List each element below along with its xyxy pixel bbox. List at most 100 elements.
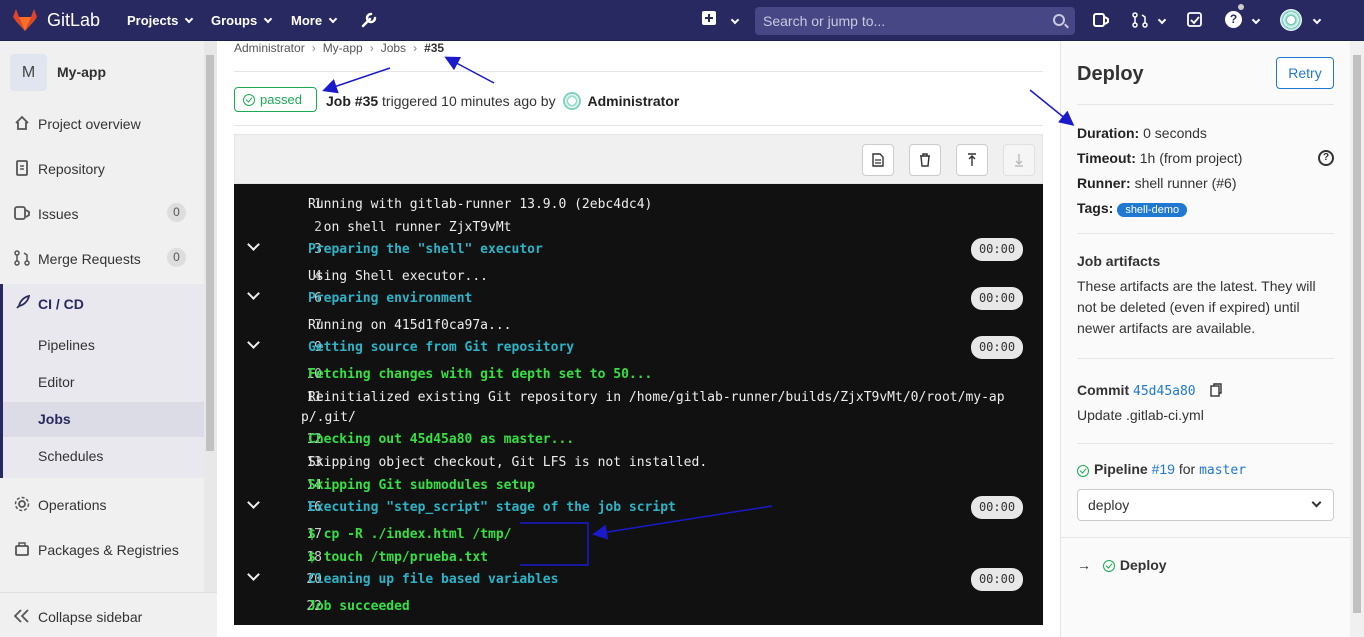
job-header: Job #35 triggered 10 minutes ago by Admi… xyxy=(326,92,679,110)
project-avatar[interactable]: M xyxy=(10,54,47,91)
chevron-down-icon xyxy=(263,14,273,24)
timeout-row: Timeout: 1h (from project) xyxy=(1077,150,1243,166)
log-section-header[interactable]: 3 Preparing the "shell" executor 00:00 xyxy=(234,238,1043,264)
page-scrollbar-thumb[interactable] xyxy=(1353,55,1361,613)
chevron-down-icon[interactable] xyxy=(730,15,740,25)
log-line-text: Reinitialized existing Git repository in… xyxy=(308,390,1005,405)
sidebar-item-issues[interactable]: Issues 0 xyxy=(0,196,204,232)
log-line-text: Cleaning up file based variables xyxy=(308,572,559,587)
page-scrollbar[interactable] xyxy=(1350,41,1364,637)
duration-row: Duration: 0 seconds xyxy=(1077,125,1207,141)
log-toolbar xyxy=(234,134,1043,184)
job-triggered-text: triggered 10 minutes ago by xyxy=(382,93,556,109)
log-line: 18 $ touch /tmp/prueba.txt xyxy=(234,550,1043,572)
merge-requests-count-badge: 0 xyxy=(167,248,186,267)
plus-square-icon[interactable] xyxy=(702,11,716,30)
pipeline-link[interactable]: #19 xyxy=(1152,461,1175,477)
brand-name[interactable]: GitLab xyxy=(47,10,100,31)
log-line-text: Preparing the "shell" executor xyxy=(308,242,543,257)
breadcrumb-administrator[interactable]: Administrator xyxy=(234,41,305,55)
pipeline-row: Pipeline #19 for master xyxy=(1077,459,1337,481)
sidebar-item-packages-registries[interactable]: Packages & Registries xyxy=(0,532,204,568)
branch-link[interactable]: master xyxy=(1199,463,1246,478)
sidebar-item-operations[interactable]: Operations xyxy=(0,487,204,523)
cloud-gear-icon xyxy=(14,496,30,512)
sidebar-sub-jobs[interactable]: Jobs xyxy=(38,411,71,427)
breadcrumb-my-app[interactable]: My-app xyxy=(323,41,363,55)
nav-projects[interactable]: Projects xyxy=(127,13,194,28)
log-line: 12 Checking out 45d45a80 as master... xyxy=(234,432,1043,454)
erase-log-button[interactable] xyxy=(909,144,941,176)
file-icon xyxy=(872,153,884,167)
raw-log-button[interactable] xyxy=(862,144,894,176)
artifacts-text: These artifacts are the latest. They wil… xyxy=(1077,278,1316,336)
status-success-icon xyxy=(243,94,255,106)
job-title: Job #35 xyxy=(326,93,379,109)
sidebar-scrollbar-thumb[interactable] xyxy=(206,55,214,451)
nav-groups[interactable]: Groups xyxy=(211,13,273,28)
help-icon[interactable]: ? xyxy=(1225,11,1242,28)
project-sidebar: M My-app Project overview Repository Iss… xyxy=(0,41,217,637)
log-line: 2 on shell runner ZjxT9vMt xyxy=(234,220,1043,242)
job-status-badge[interactable]: passed xyxy=(234,87,317,112)
log-line-text: Running on 415d1f0ca97a... xyxy=(308,318,512,333)
arrow-right-icon: → xyxy=(1077,557,1091,573)
sidebar-item-cicd[interactable]: CI / CD xyxy=(3,286,204,322)
log-line-text: Getting source from Git repository xyxy=(308,340,575,355)
stage-select[interactable]: deploy xyxy=(1077,489,1334,521)
log-line: 14 Skipping Git submodules setup xyxy=(234,478,1043,500)
main-content: Administrator › My-app › Jobs › #35 passed Job… xyxy=(217,41,1060,637)
chevron-down-icon[interactable] xyxy=(1251,15,1261,25)
job-log: 1 Running with gitlab-runner 13.9.0 (2ebc… xyxy=(234,184,1043,625)
copy-icon[interactable] xyxy=(1209,383,1222,397)
runner-row: Runner: shell runner (#6) xyxy=(1077,175,1237,191)
sidebar-item-project-overview[interactable]: Project overview xyxy=(0,106,204,142)
chevron-down-icon[interactable] xyxy=(1312,15,1322,25)
sidebar-item-repository[interactable]: Repository xyxy=(0,151,204,187)
artifacts-title: Job artifacts xyxy=(1077,253,1161,269)
job-name-title: Deploy xyxy=(1077,63,1144,85)
breadcrumb: Administrator › My-app › Jobs › #35 xyxy=(234,41,445,55)
log-line: 13 Skipping object checkout, Git LFS is n… xyxy=(234,455,1043,477)
log-line-text: on shell runner ZjxT9vMt xyxy=(308,220,512,235)
log-line: 22 Job succeeded xyxy=(234,599,1043,621)
chevron-down-icon[interactable] xyxy=(1157,15,1167,25)
job-user-link[interactable]: Administrator xyxy=(587,93,679,109)
breadcrumb-jobs[interactable]: Jobs xyxy=(381,41,406,55)
log-section-header[interactable]: 6 Preparing environment 00:00 xyxy=(234,287,1043,313)
log-section-header[interactable]: 16 Executing "step_script" stage of the j… xyxy=(234,496,1043,522)
trash-icon xyxy=(920,153,930,167)
search-input[interactable]: Search or jump to... xyxy=(755,7,1075,35)
log-line: 10 Fetching changes with git depth set to… xyxy=(234,367,1043,389)
log-section-header[interactable]: 20 Cleaning up file based variables 00:00 xyxy=(234,568,1043,594)
log-section-header[interactable]: 9 Getting source from Git repository 00:00 xyxy=(234,336,1043,362)
scroll-to-bottom-button[interactable] xyxy=(1003,144,1035,176)
collapse-sidebar-button[interactable]: Collapse sidebar xyxy=(0,592,217,637)
sidebar-sub-editor[interactable]: Editor xyxy=(38,374,75,390)
log-line: 7 Running on 415d1f0ca97a... xyxy=(234,318,1043,340)
log-line-text: Checking out 45d45a80 as master... xyxy=(308,432,575,447)
job-list-item[interactable]: → Deploy xyxy=(1077,557,1167,573)
project-name[interactable]: My-app xyxy=(57,64,106,80)
scroll-to-top-button[interactable] xyxy=(956,144,988,176)
user-avatar[interactable] xyxy=(563,92,582,110)
log-line-text: Fetching changes with git depth set to 5… xyxy=(308,367,653,382)
user-avatar[interactable] xyxy=(1280,9,1302,31)
top-navbar: GitLab Projects Groups More Search or ju… xyxy=(0,0,1364,41)
merge-request-icon[interactable] xyxy=(1132,12,1148,28)
todo-check-icon[interactable] xyxy=(1187,12,1203,28)
section-duration-badge: 00:00 xyxy=(971,496,1023,519)
sidebar-item-merge-requests[interactable]: Merge Requests 0 xyxy=(0,241,204,277)
sidebar-sub-pipelines[interactable]: Pipelines xyxy=(38,337,95,353)
commit-row: Commit 45d45a80 xyxy=(1077,380,1337,402)
retry-button[interactable]: Retry xyxy=(1276,57,1334,89)
commit-sha-link[interactable]: 45d45a80 xyxy=(1133,384,1196,399)
issues-icon[interactable] xyxy=(1093,12,1109,28)
sidebar-sub-schedules[interactable]: Schedules xyxy=(38,448,103,464)
gitlab-logo-icon[interactable] xyxy=(12,8,38,32)
admin-wrench-icon[interactable] xyxy=(360,11,378,29)
nav-more[interactable]: More xyxy=(291,13,338,28)
help-circle-icon[interactable]: ? xyxy=(1318,150,1334,166)
breadcrumb-job-id[interactable]: #35 xyxy=(424,41,444,55)
section-duration-badge: 00:00 xyxy=(971,336,1023,359)
